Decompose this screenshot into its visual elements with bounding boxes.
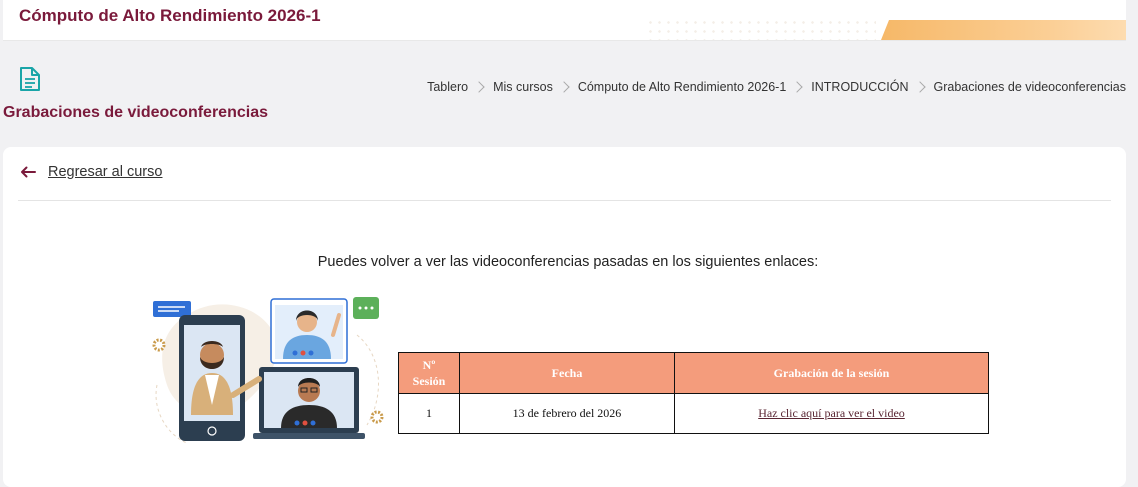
chevron-right-icon — [791, 81, 803, 93]
banner-dots-decoration — [646, 18, 876, 40]
sessions-table: Nº Sesión Fecha Grabación de la sesión 1 … — [398, 352, 989, 434]
breadcrumb-item-course[interactable]: Cómputo de Alto Rendimiento 2026-1 — [578, 80, 786, 94]
header-session-number: Nº Sesión — [398, 352, 460, 394]
document-icon — [20, 67, 40, 91]
content-card: Regresar al curso Puedes volver a ver la… — [3, 147, 1126, 487]
divider — [18, 200, 1111, 201]
breadcrumb-item-mis-cursos[interactable]: Mis cursos — [493, 80, 553, 94]
videoconference-illustration — [152, 297, 384, 444]
page-title: Grabaciones de videoconferencias — [3, 104, 268, 121]
back-to-course-link[interactable]: Regresar al curso — [20, 164, 162, 180]
banner-stripe-decoration — [881, 20, 1126, 40]
breadcrumb-item-current: Grabaciones de videoconferencias — [933, 80, 1126, 94]
session-number-cell: 1 — [398, 393, 460, 434]
table-header-row: Nº Sesión Fecha Grabación de la sesión — [398, 352, 989, 394]
header-recording: Grabación de la sesión — [674, 352, 989, 394]
breadcrumb-item-section[interactable]: INTRODUCCIÓN — [811, 80, 908, 94]
header-date: Fecha — [459, 352, 675, 394]
watch-video-link[interactable]: Haz clic aquí para ver el video — [758, 406, 905, 420]
recording-cell: Haz clic aquí para ver el video — [674, 393, 989, 434]
back-link-label: Regresar al curso — [48, 164, 163, 180]
course-title[interactable]: Cómputo de Alto Rendimiento 2026-1 — [19, 6, 321, 26]
top-banner: Cómputo de Alto Rendimiento 2026-1 — [3, 0, 1126, 41]
arrow-left-icon — [21, 166, 36, 178]
session-date-cell: 13 de febrero del 2026 — [459, 393, 675, 434]
breadcrumb-item-tablero[interactable]: Tablero — [427, 80, 468, 94]
chevron-right-icon — [913, 81, 926, 93]
intro-text: Puedes volver a ver las videoconferencia… — [317, 254, 819, 270]
chevron-right-icon — [473, 81, 485, 93]
breadcrumb: Tablero Mis cursos Cómputo de Alto Rendi… — [427, 80, 1126, 94]
chevron-right-icon — [558, 81, 570, 93]
table-row: 1 13 de febrero del 2026 Haz clic aquí p… — [398, 393, 989, 434]
